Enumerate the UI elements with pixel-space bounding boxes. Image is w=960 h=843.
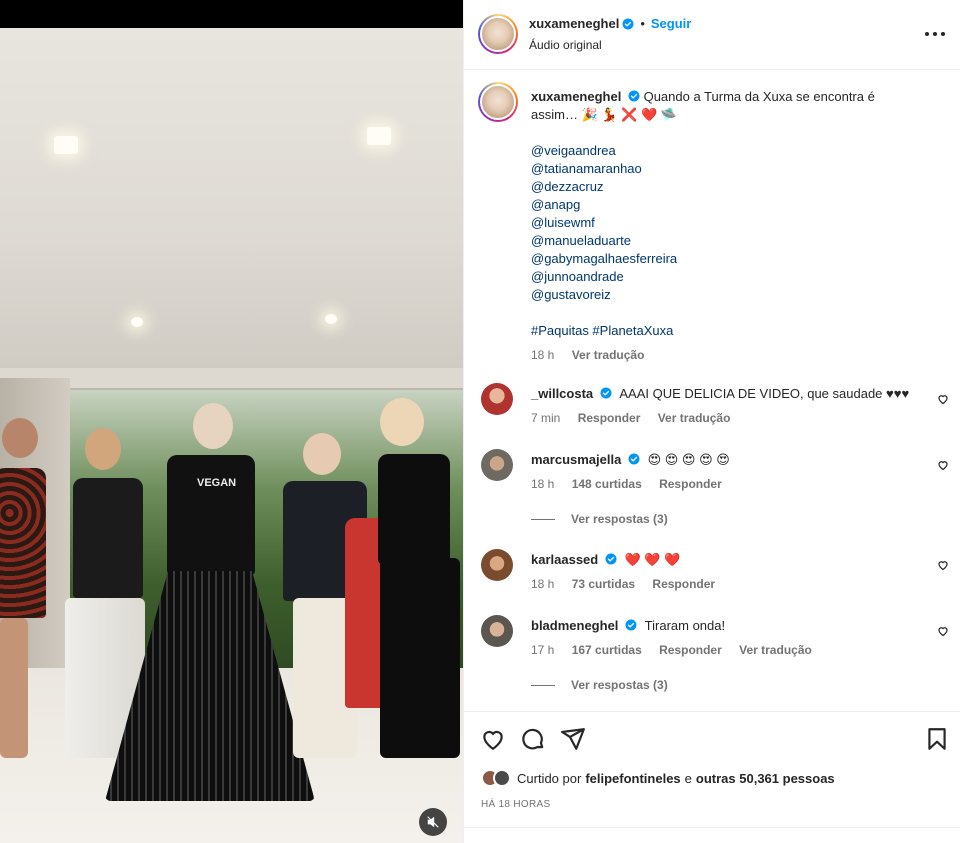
view-replies-label[interactable]: Ver respostas (3) xyxy=(571,512,668,526)
verified-badge-icon xyxy=(600,387,612,399)
comment-like-icon[interactable] xyxy=(937,459,949,471)
audio-label[interactable]: Áudio original xyxy=(529,38,602,52)
comment-icon[interactable] xyxy=(520,726,546,752)
commenter-username[interactable]: karlaassed xyxy=(531,552,598,567)
post-time-ago[interactable]: HÁ 18 HORAS xyxy=(481,799,550,810)
dancer xyxy=(0,418,60,778)
ceiling-light xyxy=(367,127,391,145)
replies-divider xyxy=(531,684,555,686)
post-side-panel: xuxameneghel • Seguir Áudio original xux… xyxy=(463,0,960,843)
view-replies-label[interactable]: Ver respostas (3) xyxy=(571,678,668,692)
mention-link[interactable]: @anapg xyxy=(531,196,941,214)
commenter-avatar[interactable] xyxy=(481,615,513,647)
hashtags[interactable]: #Paquitas #PlanetaXuxa xyxy=(531,322,941,340)
comment-time[interactable]: 18 h xyxy=(531,577,554,591)
heart-icon[interactable] xyxy=(480,726,506,752)
commenter-username[interactable]: bladmeneghel xyxy=(531,618,618,633)
caption-line-2: assim… 🎉 💃 ❌ ❤️ 🛸 xyxy=(531,107,677,122)
translate-link[interactable]: Ver tradução xyxy=(658,411,731,425)
replies-divider xyxy=(531,518,555,520)
comment-time[interactable]: 17 h xyxy=(531,643,554,657)
comment-time[interactable]: 7 min xyxy=(531,411,560,425)
add-comment-bar[interactable] xyxy=(464,827,960,843)
commenter-username[interactable]: _willcosta xyxy=(531,386,593,401)
commenter-avatar[interactable] xyxy=(481,383,513,415)
comment-likes-count[interactable]: 73 curtidas xyxy=(572,577,635,591)
verified-badge-icon xyxy=(628,90,640,102)
post-header: xuxameneghel • Seguir Áudio original xyxy=(464,0,960,70)
verified-badge-icon xyxy=(622,18,634,29)
author-avatar[interactable] xyxy=(478,14,518,54)
comment-item: karlaassed ❤️ ❤️ ❤️ 18 h 73 curtidas Res… xyxy=(464,549,960,599)
view-replies-button[interactable]: Ver respostas (3) xyxy=(531,678,668,692)
caption-translate-link[interactable]: Ver tradução xyxy=(572,348,645,362)
comment-likes-count[interactable]: 148 curtidas xyxy=(572,477,642,491)
post-media[interactable]: VEGAN xyxy=(0,0,463,843)
author-username[interactable]: xuxameneghel xyxy=(529,16,619,31)
mention-link[interactable]: @dezzacruz xyxy=(531,178,941,196)
ceiling xyxy=(0,28,463,378)
mute-button[interactable] xyxy=(419,808,447,836)
liked-by-others[interactable]: outras 50,361 pessoas xyxy=(696,771,835,786)
verified-badge-icon xyxy=(628,453,640,465)
share-icon[interactable] xyxy=(560,726,586,752)
mute-icon xyxy=(427,816,439,828)
mention-link[interactable]: @veigaandrea xyxy=(531,142,941,160)
commenter-avatar[interactable] xyxy=(481,549,513,581)
caption-line-1: Quando a Turma da Xuxa se encontra é xyxy=(643,89,875,104)
mention-link[interactable]: @junnoandrade xyxy=(531,268,941,286)
bookmark-icon[interactable] xyxy=(924,726,950,752)
comment-like-icon[interactable] xyxy=(937,559,949,571)
liker-avatar[interactable] xyxy=(493,769,511,787)
comment-item: _willcosta AAAI QUE DELICIA DE VIDEO, qu… xyxy=(464,383,960,433)
video-frame[interactable]: VEGAN xyxy=(0,28,463,843)
commenter-username[interactable]: marcusmajella xyxy=(531,452,621,467)
reply-button[interactable]: Responder xyxy=(659,643,722,657)
reply-button[interactable]: Responder xyxy=(659,477,722,491)
comment-likes-count[interactable]: 167 curtidas xyxy=(572,643,642,657)
comment-text: ❤️ ❤️ ❤️ xyxy=(624,552,681,567)
caption-text: xuxameneghel Quando a Turma da Xuxa se e… xyxy=(531,88,941,364)
caption-avatar[interactable] xyxy=(478,82,518,122)
mention-link[interactable]: @luisewmf xyxy=(531,214,941,232)
post-actions: Curtido por felipefontineles e outras 50… xyxy=(464,711,960,843)
comment-text: Tiraram onda! xyxy=(644,618,726,633)
comment-item: bladmeneghel Tiraram onda! 17 h 167 curt… xyxy=(464,615,960,705)
comment-text: 😍 😍 😍 😍 😍 xyxy=(647,452,730,467)
caption-timestamp[interactable]: 18 h xyxy=(531,348,554,362)
mention-link[interactable]: @gabymagalhaesferreira xyxy=(531,250,941,268)
media-top-bar xyxy=(0,0,463,28)
comment-text: AAAI QUE DELICIA DE VIDEO, que saudade ♥… xyxy=(619,386,910,401)
ceiling-light xyxy=(131,317,143,327)
follow-button[interactable]: Seguir xyxy=(651,16,691,31)
reply-button[interactable]: Responder xyxy=(578,411,641,425)
comment-time[interactable]: 18 h xyxy=(531,477,554,491)
liked-by-middle: e xyxy=(684,770,692,786)
comment-like-icon[interactable] xyxy=(937,393,949,405)
caption-username[interactable]: xuxameneghel xyxy=(531,89,621,104)
mention-link[interactable]: @manueladuarte xyxy=(531,232,941,250)
translate-link[interactable]: Ver tradução xyxy=(739,643,812,657)
verified-badge-icon xyxy=(605,553,617,565)
ceiling-light xyxy=(325,314,337,324)
more-options-icon[interactable] xyxy=(925,24,945,44)
mention-link[interactable]: @tatianamaranhao xyxy=(531,160,941,178)
mention-link[interactable]: @gustavoreiz xyxy=(531,286,941,304)
separator-dot: • xyxy=(640,16,645,31)
liked-by: Curtido por felipefontineles e outras 50… xyxy=(481,769,835,787)
comment-like-icon[interactable] xyxy=(937,625,949,637)
ceiling-light xyxy=(54,136,78,154)
verified-badge-icon xyxy=(625,619,637,631)
shirt-text: VEGAN xyxy=(197,477,237,489)
view-replies-button[interactable]: Ver respostas (3) xyxy=(531,512,668,526)
reply-button[interactable]: Responder xyxy=(652,577,715,591)
liked-by-prefix: Curtido por xyxy=(517,770,582,786)
comment-item: marcusmajella 😍 😍 😍 😍 😍 18 h 148 curtida… xyxy=(464,449,960,539)
liked-by-user[interactable]: felipefontineles xyxy=(585,771,680,786)
commenter-avatar[interactable] xyxy=(481,449,513,481)
dancer xyxy=(370,398,463,778)
